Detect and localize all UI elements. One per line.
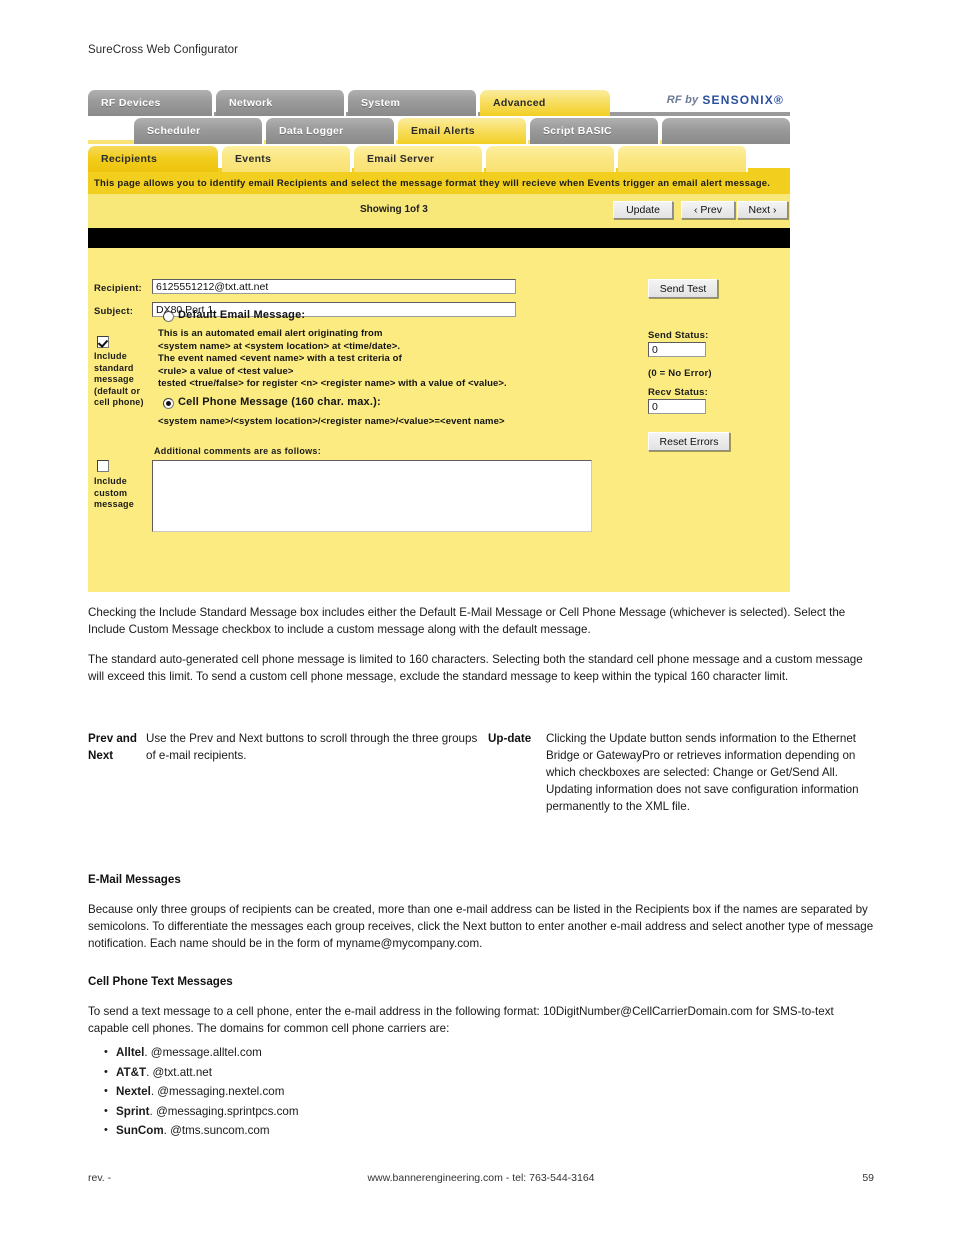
footer-center: www.bannerengineering.com - tel: 763-544… [367,1172,595,1184]
tab-network[interactable]: Network [216,90,346,116]
reset-errors-button[interactable]: Reset Errors [648,432,730,451]
recipient-input[interactable]: 6125551212@txt.att.net [152,279,516,294]
default-email-message-body: This is an automated email alert origina… [158,328,507,390]
tab-row-secondary: Scheduler Data Logger Email Alerts Scrip… [88,116,790,144]
tab-rf-devices[interactable]: RF Devices [88,90,214,116]
tab-recipients-label: Recipients [101,153,158,165]
tab-advanced[interactable]: Advanced [480,90,610,116]
list-item: Sprint. @messaging.sprintpcs.com [104,1102,804,1122]
heading-email-messages: E-Mail Messages [88,873,181,886]
footer-revision: rev. - [88,1172,112,1184]
logo-prefix: RF by [666,94,699,106]
logo-mark: SENSONIX® [702,93,784,107]
definition-update: Up-date Clicking the Update button sends… [488,730,878,815]
page-description-banner: This page allows you to identify email R… [88,172,790,194]
carrier-name: Alltel [116,1046,145,1059]
page-title: SureCross Web Configurator [88,44,239,56]
recipients-form: Recipient: 6125551212@txt.att.net Subjec… [88,248,790,592]
cell-phone-message-body: <system name>/<system location>/<registe… [158,416,505,427]
carrier-name: Nextel [116,1085,151,1099]
no-error-note: (0 = No Error) [648,368,712,379]
list-item: Nextel. @messaging.nextel.com [104,1082,804,1102]
recv-status-field[interactable]: 0 [648,399,706,414]
tab-script-basic-label: Script BASIC [543,125,612,137]
update-button[interactable]: Update [613,201,673,219]
tab-events[interactable]: Events [222,146,352,172]
prev-button[interactable]: ‹ Prev [681,201,735,219]
cell-phone-message-radio[interactable] [163,398,174,409]
footer-page-number: 59 [862,1172,874,1184]
carrier-domain: . @messaging.sprintpcs.com [149,1104,299,1118]
tab-scheduler-label: Scheduler [147,125,201,137]
definition-prev-next-desc: Use the Prev and Next buttons to scroll … [146,732,478,762]
heading-cell-phone-text-messages: Cell Phone Text Messages [88,975,233,988]
recv-status-label: Recv Status: [648,387,708,398]
tab-email-alerts[interactable]: Email Alerts [398,118,528,144]
tab-system[interactable]: System [348,90,478,116]
default-email-message-radio[interactable] [163,311,174,322]
tab-placeholder-row3-a[interactable] [486,146,616,172]
send-test-button[interactable]: Send Test [648,279,718,298]
tab-events-label: Events [235,153,272,165]
paragraph-cell-phone-format: To send a text message to a cell phone, … [88,1005,834,1035]
list-item: Alltel. @message.alltel.com [104,1043,804,1063]
toolbar: Showing 1of 3 Update ‹ Prev Next › [88,194,790,228]
tab-system-label: System [361,97,401,109]
definition-update-term: Up-date [488,732,532,745]
tab-network-label: Network [229,97,273,109]
additional-comments-label: Additional comments are as follows: [154,446,322,456]
tab-advanced-label: Advanced [493,97,546,109]
carrier-domain: . @message.alltel.com [144,1046,262,1059]
default-email-message-label: Default Email Message: [178,309,306,321]
tab-script-basic[interactable]: Script BASIC [530,118,660,144]
carrier-domain-list: Alltel. @message.alltel.com AT&T. @txt.a… [104,1043,804,1141]
send-status-label: Send Status: [648,330,709,341]
carrier-name: Sprint [116,1104,150,1118]
include-standard-message-checkbox[interactable] [97,336,109,348]
definition-prev-next-term: Prev and Next [88,732,137,762]
definition-table: Prev and Next Use the Prev and Next butt… [88,730,878,815]
carrier-name: AT&T [116,1065,147,1079]
carrier-name: SunCom [116,1124,164,1138]
include-custom-message-label: Include custom message [94,476,134,509]
recipient-label: Recipient: [94,283,142,294]
tab-email-server[interactable]: Email Server [354,146,484,172]
list-item: SunCom. @tms.suncom.com [104,1121,804,1141]
definition-prev-next: Prev and Next Use the Prev and Next butt… [88,730,488,815]
additional-comments-textarea[interactable] [152,460,592,532]
definition-update-desc: Clicking the Update button sends informa… [546,732,859,813]
tab-rf-devices-label: RF Devices [101,97,161,109]
tab-placeholder-row2[interactable] [662,118,790,144]
tab-scheduler[interactable]: Scheduler [134,118,264,144]
page-canvas: SureCross Web Configurator RF Devices Ne… [0,0,954,1235]
carrier-domain: . @tms.suncom.com [163,1124,270,1138]
subject-label: Subject: [94,306,134,317]
cell-phone-message-label: Cell Phone Message (160 char. max.): [178,396,381,408]
list-item: AT&T. @txt.att.net [104,1063,804,1083]
send-status-field[interactable]: 0 [648,342,706,357]
carrier-domain: . @messaging.nextel.com [150,1085,285,1099]
tab-row-primary: RF Devices Network System Advanced RF by… [88,88,790,116]
tab-recipients[interactable]: Recipients [88,146,218,172]
tab-data-logger-label: Data Logger [279,125,344,137]
tab-email-server-label: Email Server [367,153,435,165]
paragraph-email-messages: Because only three groups of recipients … [88,903,874,950]
web-configurator-screenshot: RF Devices Network System Advanced RF by… [88,88,790,592]
tab-email-alerts-label: Email Alerts [411,125,475,137]
next-button[interactable]: Next › [737,201,788,219]
tab-data-logger[interactable]: Data Logger [266,118,396,144]
include-standard-message-label: Include standard message (default or cel… [94,351,144,407]
separator-bar [88,228,790,248]
paragraph-include-message: Checking the Include Standard Message bo… [88,606,846,636]
showing-indicator: Showing 1of 3 [360,204,428,215]
tab-row-tertiary: Recipients Events Email Server [88,144,790,172]
include-custom-message-checkbox[interactable] [97,460,109,472]
sensonix-logo: RF by SENSONIX® [667,93,784,107]
carrier-domain: . @txt.att.net [146,1065,212,1079]
paragraph-character-limit: The standard auto-generated cell phone m… [88,653,863,683]
tab-placeholder-row3-b[interactable] [618,146,748,172]
